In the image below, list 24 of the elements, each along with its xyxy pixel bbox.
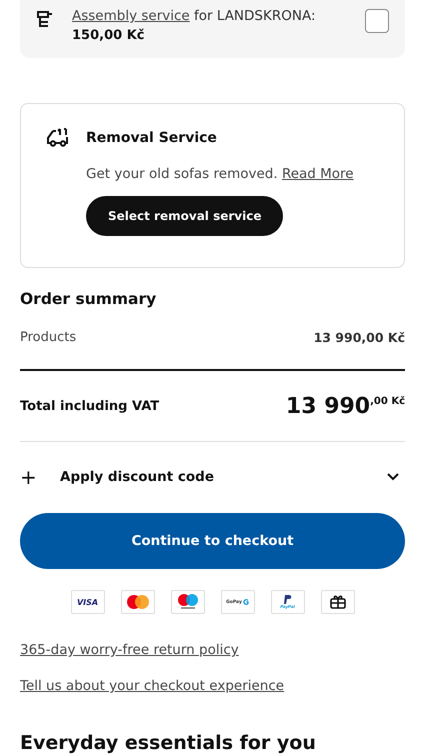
maestro-logo [170, 590, 204, 614]
section-heading: Everyday essentials for you [20, 732, 317, 754]
chevron-icon [387, 473, 399, 481]
drill-icon [36, 10, 54, 28]
removal-description: Get your old sofas removed. Read More [86, 166, 355, 182]
gift-card-icon [320, 590, 354, 614]
assembly-checkbox[interactable] [365, 9, 389, 33]
checkout-button[interactable]: Continue to checkout [20, 513, 405, 569]
removal-title: Removal Service [86, 130, 217, 146]
order-summary-title: Order summary [20, 290, 158, 308]
total-value: 13 990$^{,00 Kč}$ [286, 394, 405, 418]
visa-logo: VISA [70, 590, 104, 614]
assembly-description: Assembly service for LANDSKRONA: 150,00 Kč [72, 7, 316, 45]
products-label: Products [20, 330, 76, 345]
footer-link[interactable]: 365-day worry-free return policy [20, 642, 405, 658]
read-more-link[interactable]: Read More [282, 166, 354, 182]
truck-icon [45, 128, 70, 148]
footer-link[interactable]: Tell us about your checkout experience [20, 678, 405, 694]
assembly-service-link[interactable]: Assembly service [72, 8, 190, 24]
discount-code-toggle[interactable]: + Apply discount code [20, 442, 405, 512]
total-label: Total including VAT [20, 398, 160, 414]
mastercard-logo [120, 590, 154, 614]
products-value: 13 990,00 Kč [314, 330, 405, 345]
select-removal-button[interactable]: Select removal service [86, 196, 284, 236]
